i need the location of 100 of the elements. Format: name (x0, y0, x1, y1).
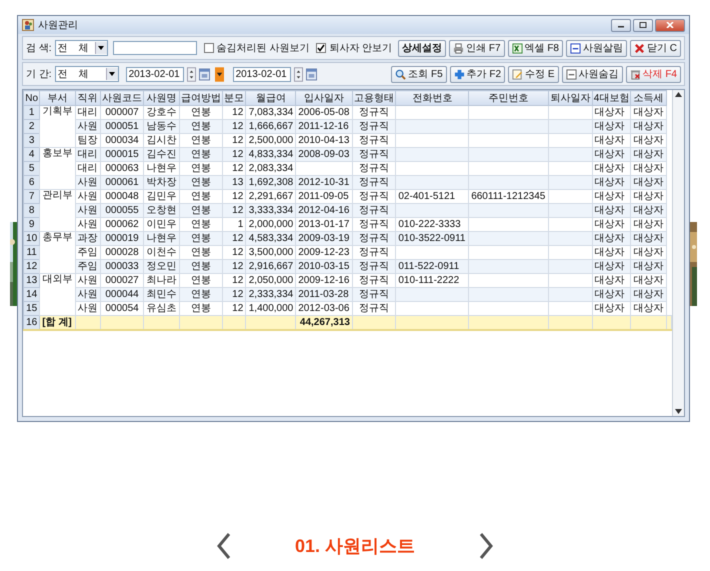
column-header[interactable]: 분모 (222, 90, 246, 106)
window-title: 사원관리 (38, 19, 78, 32)
column-header[interactable]: 사원명 (144, 90, 180, 106)
table-cell: 2012-04-16 (296, 204, 352, 218)
column-header[interactable]: 직위 (75, 90, 100, 106)
pencil-icon (512, 68, 524, 80)
table-cell: 4,583,334 (246, 232, 296, 246)
table-cell: 2009-03-19 (296, 232, 352, 246)
column-header[interactable]: 전화번호 (396, 90, 469, 106)
search-label: 검 색: (26, 42, 52, 55)
printer-icon (453, 42, 464, 54)
row-number: 9 (24, 218, 40, 232)
spinner-icon[interactable] (186, 66, 196, 82)
table-cell: 000051 (100, 120, 144, 134)
close-icon (666, 22, 674, 28)
table-cell: 대상자 (630, 176, 666, 190)
toolbar-button[interactable]: 닫기 C (630, 40, 681, 56)
toolbar-button[interactable]: 엑셀 F8 (508, 40, 563, 56)
start-date-field[interactable]: 2013-02-01 (126, 66, 184, 82)
row-number: 10 (24, 232, 40, 246)
table-cell: 2,333,334 (246, 288, 296, 302)
toolbar-button[interactable]: 삭제 F4 (626, 66, 681, 82)
spinner-icon[interactable] (294, 66, 303, 82)
table-cell: 연봉 (179, 260, 223, 274)
row-number: 1 (24, 106, 40, 120)
minus-box-icon (570, 42, 581, 54)
close-button[interactable] (655, 18, 685, 32)
table-cell: 4,833,334 (246, 148, 296, 162)
table-cell: [합 계] (40, 316, 76, 330)
table-cell: 2010-03-15 (296, 260, 352, 274)
table-cell: 000044 (100, 288, 144, 302)
people-icon (22, 19, 34, 31)
toolbar-button[interactable]: 추가 F2 (450, 66, 506, 82)
table-cell: 2011-03-28 (296, 288, 352, 302)
table-cell: 대상자 (630, 288, 666, 302)
column-header[interactable]: 고용형태 (352, 90, 396, 106)
table-cell: 연봉 (179, 288, 223, 302)
table-cell: 대상자 (592, 260, 631, 274)
row-number: 13 (24, 274, 40, 288)
table-cell: 연봉 (179, 148, 223, 162)
column-header[interactable]: 사원코드 (100, 90, 144, 106)
calendar-icon[interactable] (198, 67, 210, 81)
column-header[interactable]: 소득세 (630, 90, 666, 106)
row-number: 3 (24, 134, 40, 148)
row-number: 12 (24, 260, 40, 274)
table-cell: 44,267,313 (296, 316, 352, 330)
minimize-button[interactable] (611, 18, 631, 32)
row-number: 11 (24, 246, 40, 260)
table-cell: 대상자 (630, 232, 666, 246)
table-cell: 정오민 (144, 260, 180, 274)
row-number: 4 (24, 148, 40, 162)
column-header[interactable]: 입사일자 (296, 90, 352, 106)
table-cell: 000055 (100, 204, 144, 218)
toolbar-button[interactable]: 인쇄 F7 (449, 40, 505, 56)
checkbox[interactable] (204, 43, 214, 53)
table-cell: 남동수 (144, 120, 180, 134)
toolbar-button[interactable]: 상세설정 (398, 40, 446, 56)
table-cell: 김수진 (144, 148, 180, 162)
table-cell: 연봉 (179, 120, 223, 134)
calendar-icon[interactable] (306, 67, 317, 81)
column-header[interactable]: 4대보험 (592, 90, 631, 106)
period-dropdown[interactable]: 전 체 (54, 66, 119, 82)
column-header[interactable]: 월급여 (246, 90, 296, 106)
column-header[interactable]: 급여방법 (179, 90, 223, 106)
table-cell: 관리부 (40, 190, 76, 232)
checkbox-label: 퇴사자 안보기 (329, 42, 392, 55)
table-cell: 나현우 (144, 232, 180, 246)
checkbox-label: 숨김처리된 사원보기 (216, 42, 310, 55)
table-cell: 정규직 (352, 204, 396, 218)
slide-caption: 01. 사원리스트 (294, 535, 416, 558)
checkbox[interactable] (316, 43, 326, 53)
search-field[interactable] (112, 41, 197, 55)
toolbar-button[interactable]: 사원살림 (566, 40, 627, 56)
maximize-button[interactable] (633, 18, 653, 32)
search-dropdown[interactable]: 전 체 (54, 40, 108, 56)
column-header[interactable]: No (24, 90, 40, 106)
toolbar-button[interactable]: 조회 F5 (391, 66, 447, 82)
scroll-down-icon[interactable] (675, 409, 682, 414)
table-cell: 대외부 (40, 274, 76, 316)
end-date-field[interactable]: 2013-02-01 (232, 66, 291, 82)
table-cell: 정규직 (352, 148, 396, 162)
scroll-up-icon[interactable] (675, 92, 682, 97)
table-cell: 대상자 (592, 204, 631, 218)
column-header[interactable]: 주민번호 (468, 90, 549, 106)
column-header[interactable]: 부서 (40, 90, 76, 106)
toolbar-button[interactable]: 사원숨김 (562, 66, 623, 82)
table-cell: 011-522-0911 (396, 260, 469, 274)
minus-box-icon (566, 68, 577, 80)
table-cell: 대상자 (592, 288, 631, 302)
row-number: 7 (24, 190, 40, 204)
table-cell: 010-3522-0911 (396, 232, 469, 246)
table-cell: 대상자 (592, 120, 631, 134)
table-cell: 대상자 (592, 232, 631, 246)
scrollbar[interactable] (672, 90, 684, 416)
toolbar-button[interactable]: 수정 E (508, 66, 559, 82)
table-cell: 000033 (100, 260, 144, 274)
table-cell: 최민수 (144, 288, 180, 302)
table-cell: 기획부 (40, 106, 76, 148)
column-header[interactable]: 퇴사일자 (548, 90, 592, 106)
row-number: 15 (24, 302, 40, 316)
